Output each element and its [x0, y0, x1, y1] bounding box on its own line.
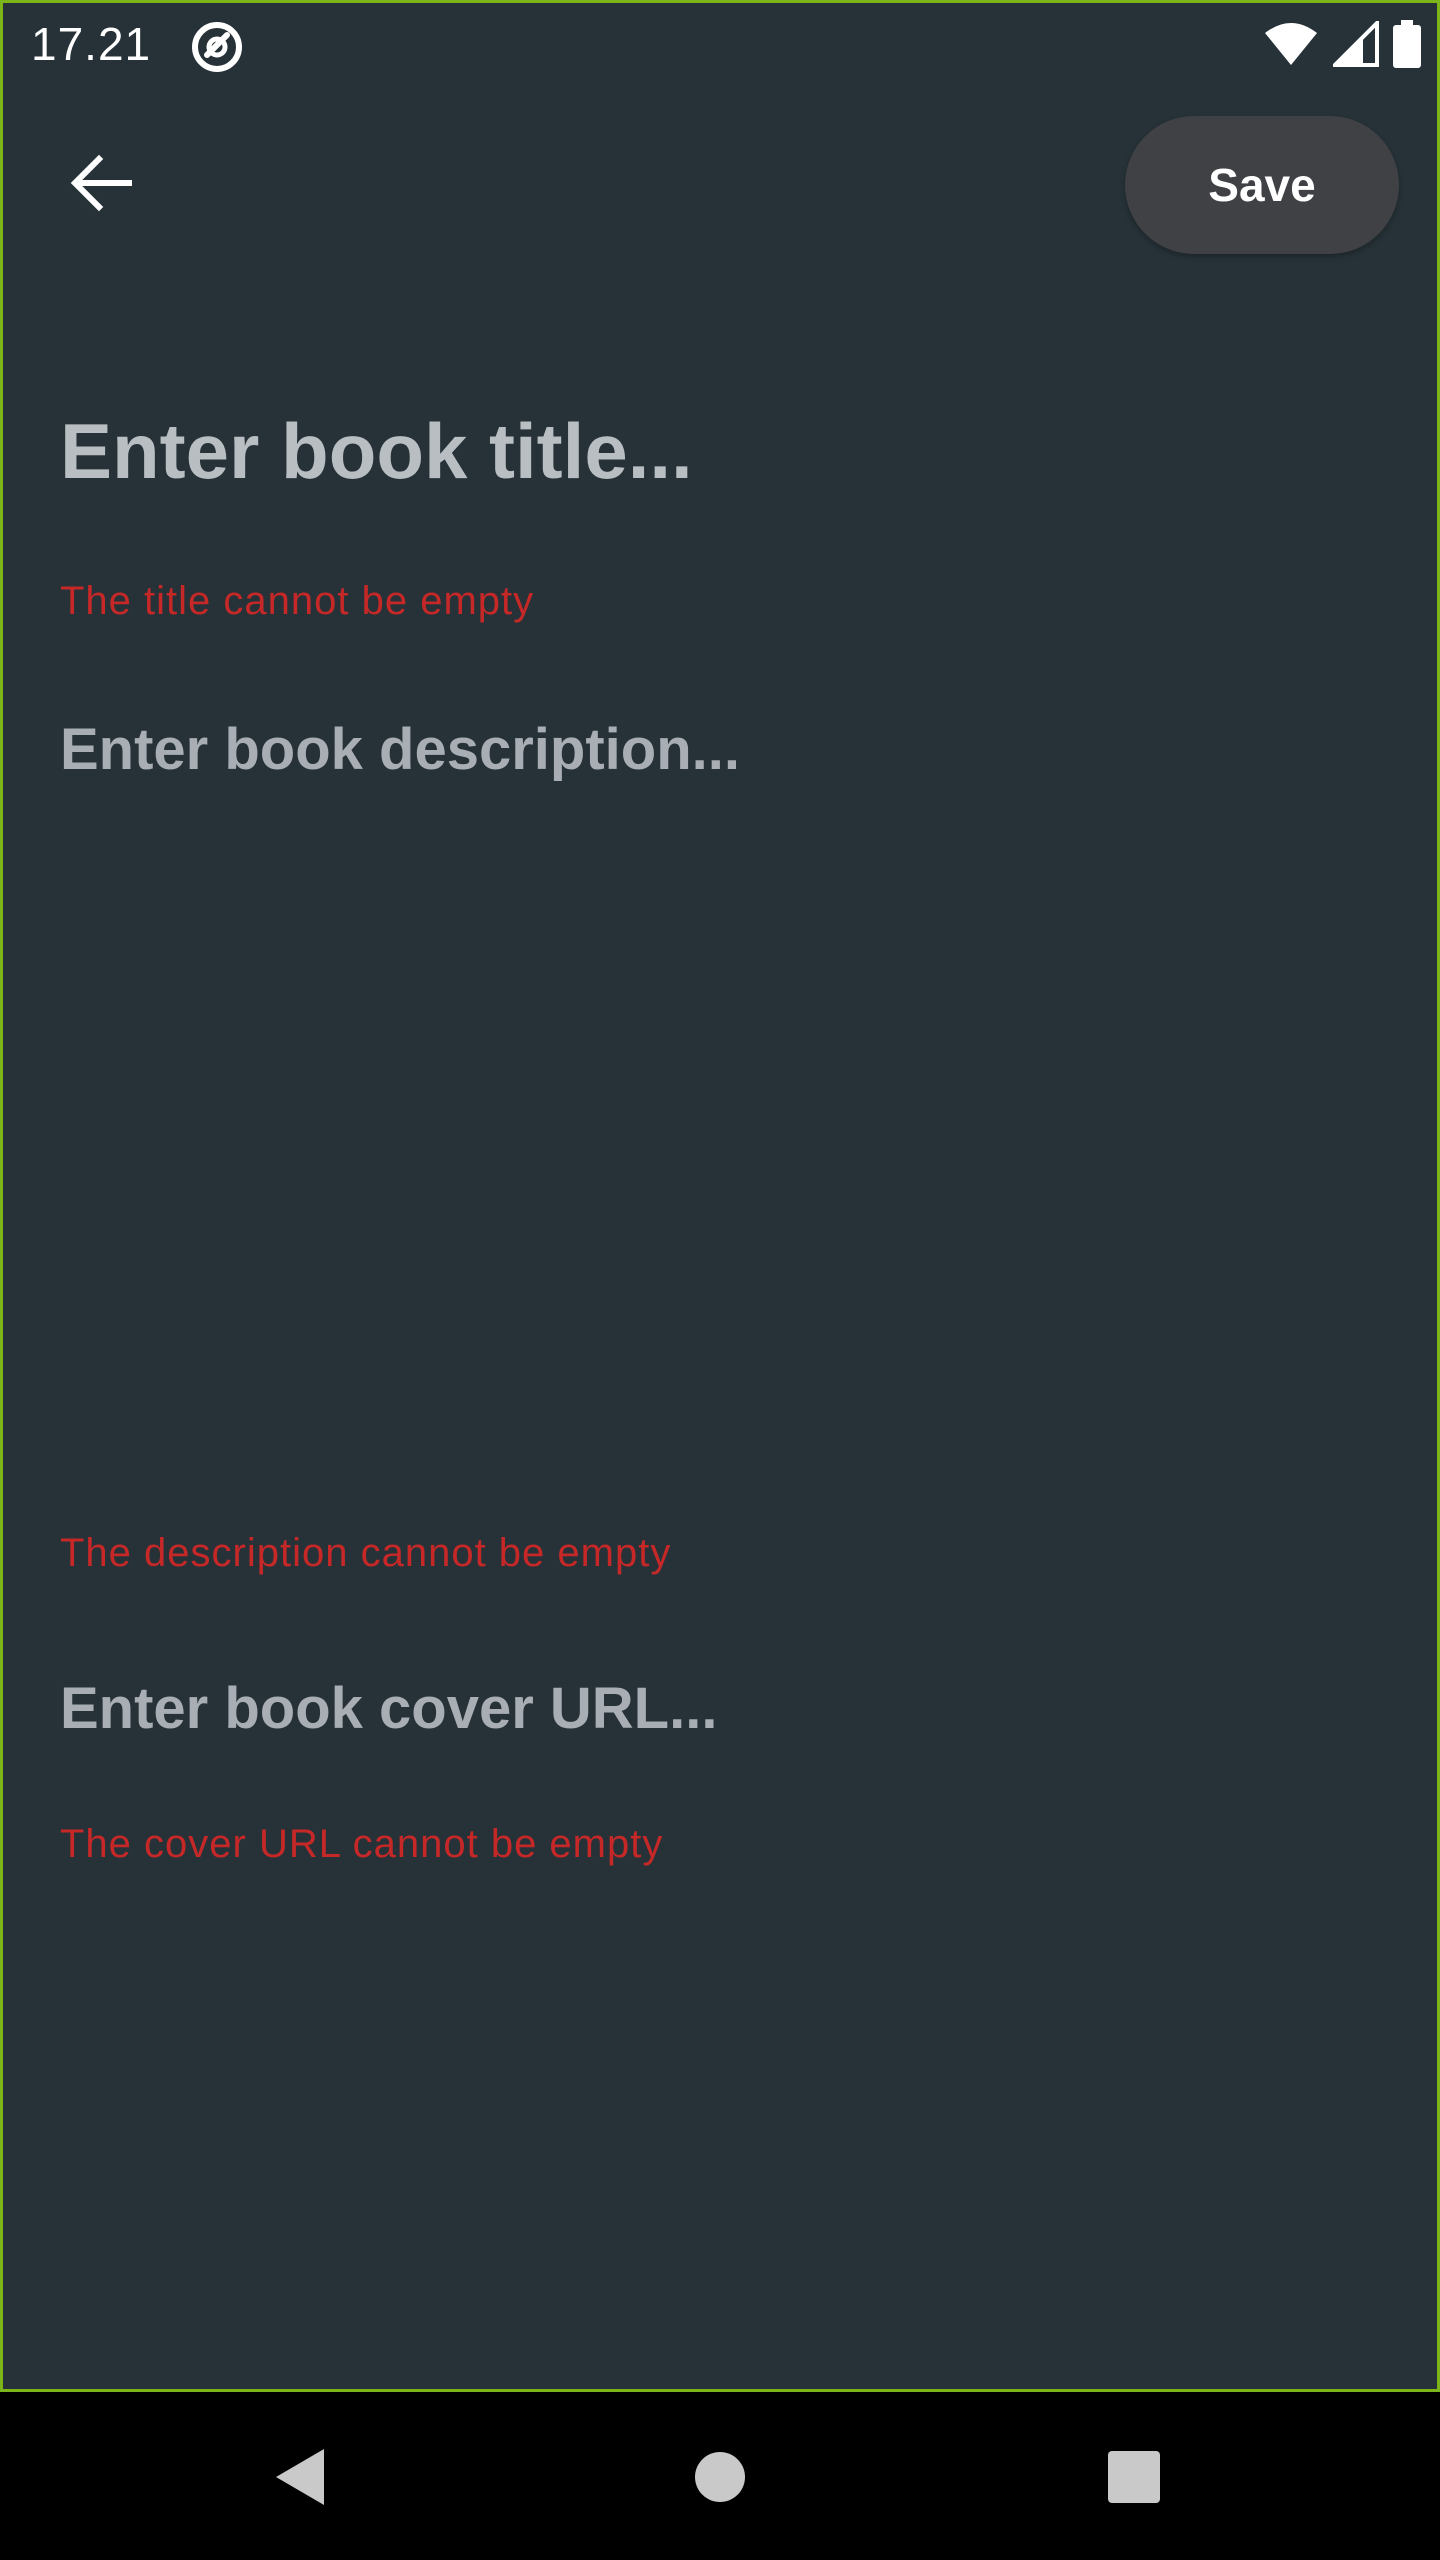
edit-book-screen: 17.21 Save Enter book title... The title… — [0, 0, 1440, 2392]
nav-back-icon — [276, 2449, 324, 2505]
navigation-bar — [0, 2392, 1440, 2560]
description-error-text: The description cannot be empty — [60, 1531, 672, 1575]
nav-recents-icon — [1108, 2451, 1160, 2503]
book-title-input[interactable] — [60, 401, 1380, 501]
wifi-icon — [1263, 21, 1319, 72]
back-button[interactable] — [55, 137, 147, 229]
status-icons — [1263, 17, 1421, 73]
nav-recents-button[interactable] — [1089, 2432, 1179, 2522]
nav-home-icon — [695, 2452, 745, 2502]
battery-icon — [1393, 19, 1421, 73]
status-time: 17.21 — [31, 18, 152, 70]
title-error-text: The title cannot be empty — [60, 579, 535, 623]
cover-url-error-text: The cover URL cannot be empty — [60, 1822, 664, 1866]
nav-back-button[interactable] — [255, 2432, 345, 2522]
nav-home-button[interactable] — [675, 2432, 765, 2522]
save-button[interactable]: Save — [1125, 116, 1399, 254]
status-bar: 17.21 — [3, 3, 1437, 89]
cellular-signal-icon — [1330, 17, 1379, 72]
arrow-back-icon — [70, 154, 132, 212]
app-notification-icon — [189, 19, 245, 75]
book-description-input[interactable] — [60, 715, 1380, 1465]
book-cover-url-input[interactable] — [60, 1668, 1380, 1748]
